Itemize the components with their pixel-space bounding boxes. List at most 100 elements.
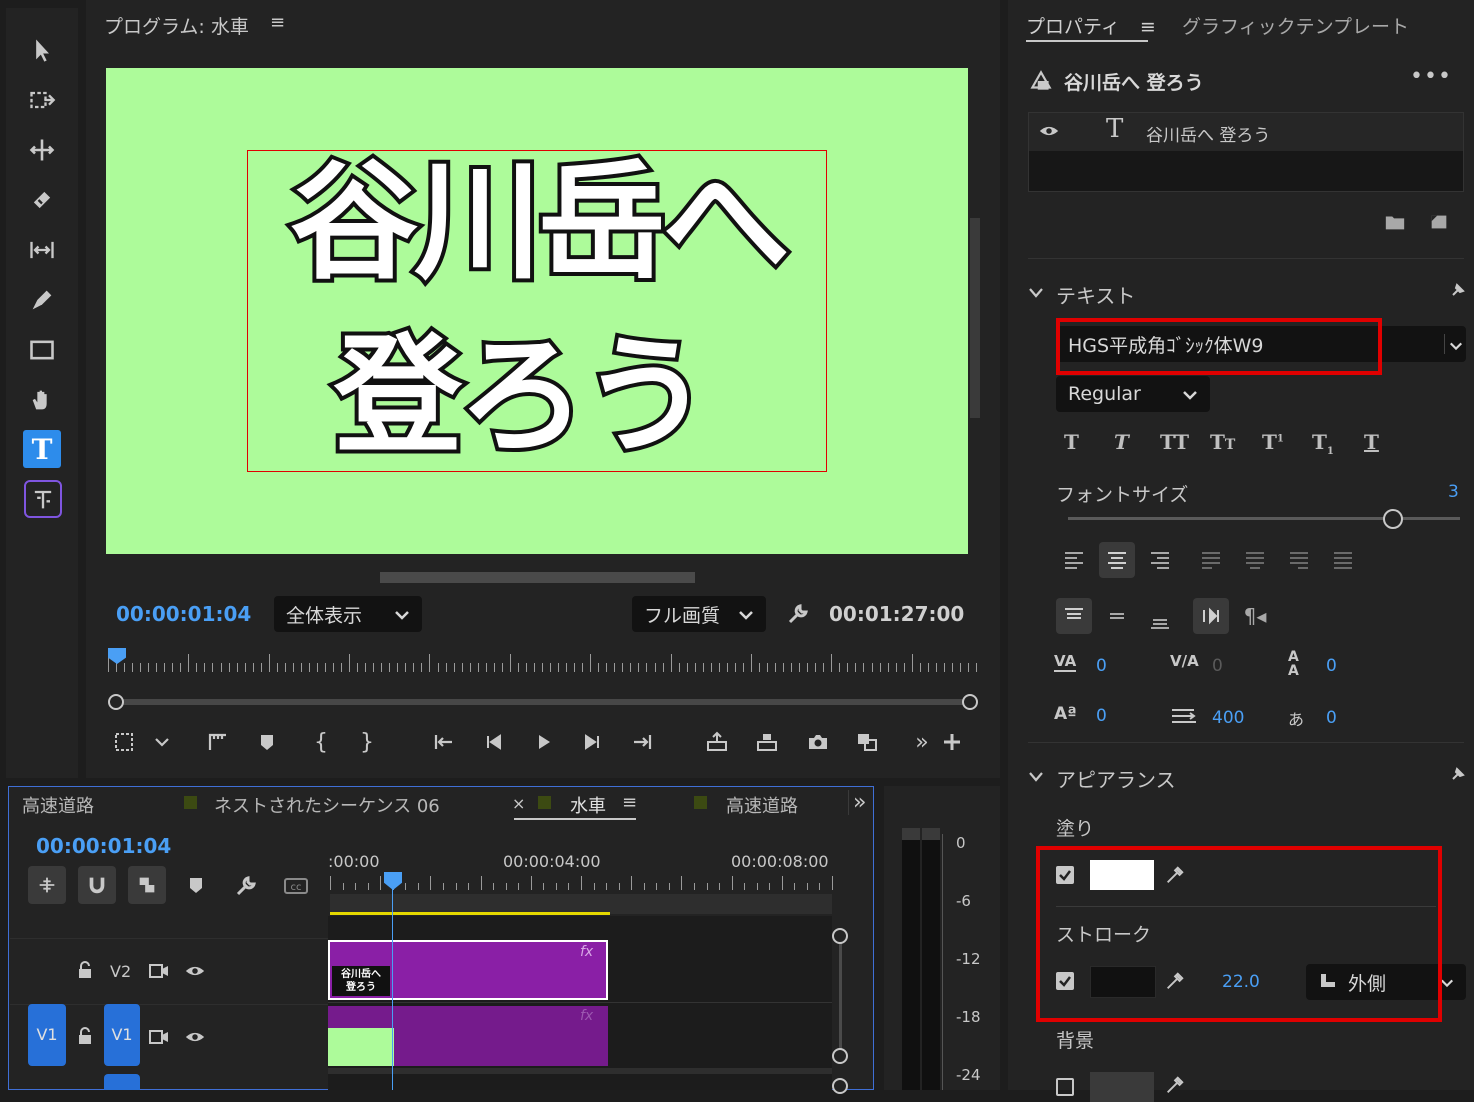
panel-menu-icon[interactable]: ≡	[270, 12, 285, 33]
work-area-bar[interactable]	[330, 894, 832, 914]
timeline-tab[interactable]: 高速道路	[726, 792, 798, 818]
add-marker-icon[interactable]	[186, 874, 206, 900]
timeline-timecode[interactable]: 00:00:01:04	[36, 834, 171, 858]
camera-icon[interactable]	[802, 726, 834, 758]
align-center-icon[interactable]	[1099, 542, 1135, 578]
close-tab-icon[interactable]: ×	[512, 794, 525, 813]
subscript-icon[interactable]: T1	[1312, 430, 1334, 457]
more-options-icon[interactable]: •••	[1410, 64, 1452, 89]
justify-all-icon[interactable]	[1325, 542, 1361, 578]
panel-menu-icon[interactable]: ≡	[1140, 16, 1156, 38]
razor-tool-icon[interactable]	[22, 180, 62, 220]
tab-overflow-icon[interactable]: »	[848, 790, 866, 815]
linked-selection-icon[interactable]	[128, 866, 166, 904]
extract-icon[interactable]	[751, 726, 783, 758]
sync-lock-icon[interactable]	[148, 1028, 170, 1050]
lock-icon[interactable]	[76, 960, 94, 984]
monitor-horizontal-scrollbar[interactable]	[380, 572, 695, 583]
selection-tool-icon[interactable]	[22, 30, 62, 70]
program-timecode[interactable]: 00:00:01:04	[116, 602, 251, 626]
snap-icon[interactable]	[78, 866, 116, 904]
monitor-vertical-scrollbar[interactable]	[970, 218, 980, 418]
font-style-select[interactable]: Regular	[1056, 376, 1210, 412]
program-monitor-title[interactable]: プログラム: 水車	[104, 12, 249, 39]
rtl-text-icon[interactable]: ¶◂	[1237, 598, 1273, 634]
tracking-value[interactable]: 0	[1212, 656, 1223, 676]
font-size-slider-knob[interactable]	[1383, 509, 1404, 529]
panel-menu-icon[interactable]: ≡	[622, 792, 637, 813]
align-top-icon[interactable]	[1056, 598, 1092, 634]
timeline-ruler-ticks[interactable]	[330, 874, 833, 890]
monitor-zoom-bar[interactable]	[108, 694, 978, 710]
go-to-out-icon[interactable]	[626, 726, 658, 758]
justify-last-right-icon[interactable]	[1281, 542, 1317, 578]
step-back-icon[interactable]	[478, 726, 510, 758]
eyedropper-icon[interactable]	[1164, 1074, 1186, 1100]
pen-tool-icon[interactable]	[22, 280, 62, 320]
layer-name[interactable]: 谷川岳へ 登ろう	[1146, 121, 1270, 146]
track-label-v2[interactable]: V2	[110, 962, 131, 981]
type-tool-icon[interactable]: T	[23, 430, 61, 468]
mark-out-icon[interactable]: }	[351, 726, 383, 758]
wrench-icon[interactable]	[786, 602, 810, 630]
mark-in-icon[interactable]: {	[305, 726, 337, 758]
compare-view-icon[interactable]	[851, 726, 883, 758]
track-label-v1[interactable]: V1	[104, 1004, 140, 1066]
insert-nest-icon[interactable]	[28, 866, 66, 904]
chevron-down-icon[interactable]	[146, 726, 178, 758]
source-patch-v1[interactable]: V1	[28, 1004, 66, 1066]
marker-icon[interactable]	[251, 726, 283, 758]
eye-icon[interactable]	[1038, 120, 1060, 146]
justify-last-left-icon[interactable]	[1193, 542, 1229, 578]
eye-icon[interactable]	[184, 1026, 206, 1052]
align-bottom-icon[interactable]	[1142, 602, 1178, 638]
lift-icon[interactable]	[701, 726, 733, 758]
captions-icon[interactable]: cc	[284, 878, 308, 894]
background-color-swatch[interactable]	[1090, 1072, 1154, 1102]
go-to-in-icon[interactable]	[428, 726, 460, 758]
align-left-icon[interactable]	[1056, 542, 1092, 578]
font-size-slider[interactable]	[1068, 508, 1460, 530]
more-controls-icon[interactable]: »	[906, 726, 938, 758]
tab-stops-value[interactable]: 400	[1212, 708, 1244, 728]
monitor-time-ruler[interactable]	[108, 650, 977, 672]
superscript-icon[interactable]: T1	[1262, 430, 1284, 454]
slip-tool-icon[interactable]	[22, 230, 62, 270]
align-right-icon[interactable]	[1142, 542, 1178, 578]
rectangle-tool-icon[interactable]	[22, 330, 62, 370]
kerning-value[interactable]: 0	[1096, 656, 1107, 676]
tsume-value[interactable]: 0	[1326, 708, 1337, 728]
background-checkbox[interactable]	[1056, 1078, 1074, 1096]
timeline-settings-icon[interactable]	[234, 874, 258, 902]
new-layer-icon[interactable]	[1428, 212, 1450, 236]
faux-italic-icon[interactable]: T	[1114, 430, 1129, 454]
hand-tool-icon[interactable]	[22, 380, 62, 420]
appearance-section-toggle[interactable]	[1028, 768, 1044, 787]
faux-bold-icon[interactable]: T	[1064, 430, 1079, 454]
leading-value[interactable]: 0	[1326, 656, 1337, 676]
tab-graphic-templates[interactable]: グラフィックテンプレート	[1182, 12, 1409, 39]
underline-icon[interactable]: T	[1364, 430, 1379, 454]
pin-icon[interactable]	[1450, 282, 1466, 302]
quality-select[interactable]: フル画質	[632, 596, 766, 632]
ripple-edit-tool-icon[interactable]	[22, 130, 62, 170]
timeline-tab[interactable]: 高速道路	[22, 792, 94, 818]
add-button-icon[interactable]	[936, 726, 968, 758]
eye-icon[interactable]	[184, 960, 206, 986]
track-select-tool-icon[interactable]	[22, 80, 62, 120]
timeline-vertical-scrollbar[interactable]	[832, 928, 848, 1064]
play-icon[interactable]	[527, 726, 559, 758]
timeline-tab[interactable]: ネストされたシーケンス 06	[214, 792, 440, 818]
zoom-select[interactable]: 全体表示	[274, 596, 422, 632]
ltr-text-icon[interactable]	[1193, 598, 1229, 634]
folder-icon[interactable]	[1384, 212, 1406, 236]
timeline-tab-active[interactable]: 水車	[570, 792, 606, 818]
add-marker-ruler-icon[interactable]	[202, 726, 234, 758]
playhead-line[interactable]	[392, 884, 393, 1090]
pin-icon[interactable]	[1450, 766, 1466, 786]
tab-properties[interactable]: プロパティ ≡	[1026, 12, 1156, 39]
text-section-toggle[interactable]	[1028, 284, 1044, 303]
justify-last-center-icon[interactable]	[1237, 542, 1273, 578]
small-caps-icon[interactable]: TT	[1210, 430, 1235, 454]
align-middle-icon[interactable]	[1099, 598, 1135, 634]
